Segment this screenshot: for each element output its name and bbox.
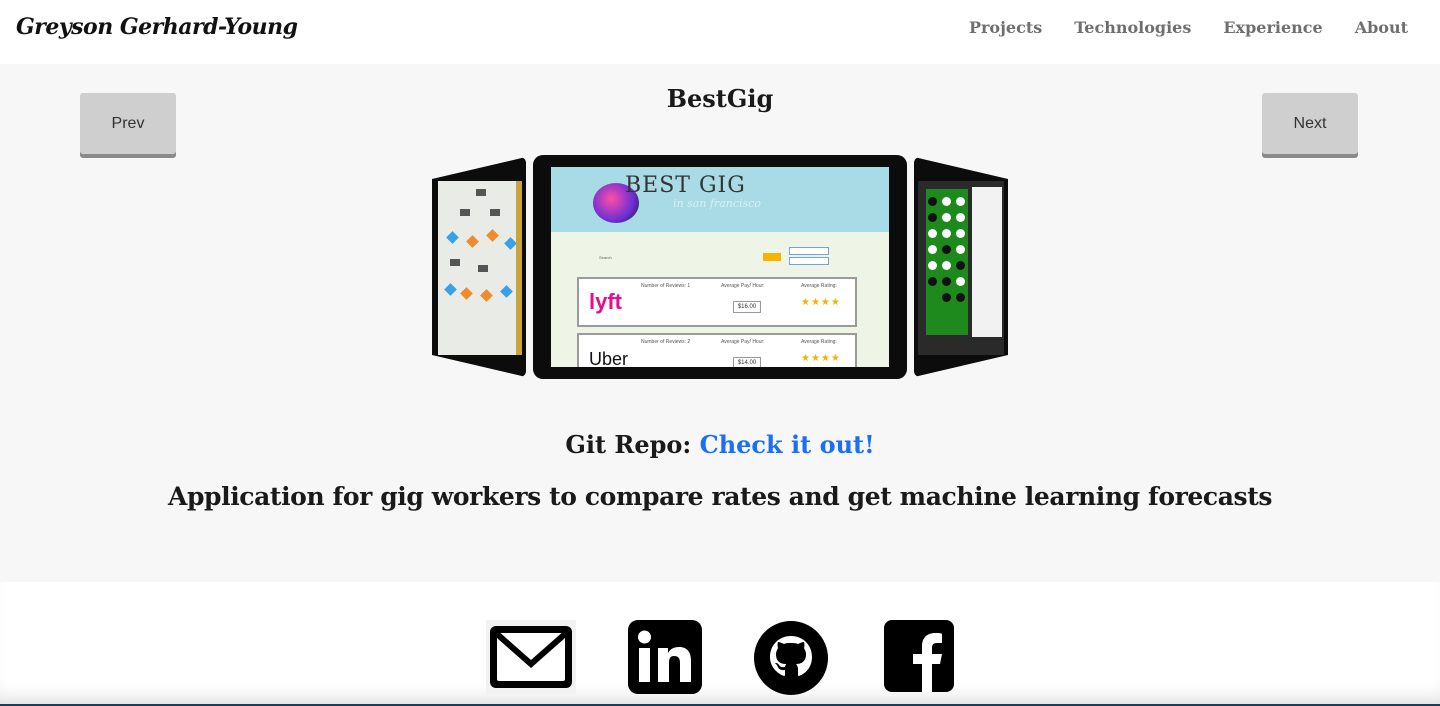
git-repo-label: Git Repo: xyxy=(565,430,692,459)
rating-stars: ★★★★ xyxy=(801,353,841,364)
brand-name[interactable]: Greyson Gerhard-Young xyxy=(16,14,298,40)
project-carousel[interactable]: BEST GIG in san francisco Search lyft Nu… xyxy=(430,154,1010,384)
next-button[interactable]: Next xyxy=(1262,93,1358,154)
carousel-device-center[interactable]: BEST GIG in san francisco Search lyft Nu… xyxy=(533,155,907,379)
nav-link-technologies[interactable]: Technologies xyxy=(1074,18,1191,37)
bestgig-screenshot: BEST GIG in san francisco Search lyft Nu… xyxy=(551,167,889,367)
search-label: Search xyxy=(599,255,612,260)
nav-link-experience[interactable]: Experience xyxy=(1223,18,1322,37)
pay-value: $14.00 xyxy=(733,357,761,367)
bestgig-logo-text: BEST GIG xyxy=(625,173,746,198)
nav-link-about[interactable]: About xyxy=(1355,18,1408,37)
nav-link-projects[interactable]: Projects xyxy=(969,18,1042,37)
pay-value: $16.00 xyxy=(733,301,761,313)
sort-button xyxy=(789,247,829,255)
flowchart-screenshot xyxy=(438,181,522,355)
uber-logo: Uber xyxy=(589,349,629,367)
gig-card: lyft Number of Reviews: 1 Average Pay/ H… xyxy=(577,277,857,327)
project-description: Application for gig workers to compare r… xyxy=(167,482,1273,511)
facebook-icon[interactable] xyxy=(884,620,954,696)
bestgig-logo-sub: in san francisco xyxy=(673,197,761,210)
email-icon[interactable] xyxy=(486,620,576,698)
project-title: BestGig xyxy=(666,84,774,113)
footer xyxy=(0,582,1440,706)
game-board xyxy=(926,189,968,335)
carousel-device-left[interactable] xyxy=(432,157,526,377)
linkedin-icon[interactable] xyxy=(628,620,702,698)
navbar: Greyson Gerhard-Young Projects Technolog… xyxy=(0,0,1440,64)
game-side-panel xyxy=(972,187,1002,337)
github-icon[interactable] xyxy=(753,620,829,700)
gig-card: Uber Number of Reviews: 2 Average Pay/ H… xyxy=(577,333,857,367)
game-screenshot xyxy=(918,181,1004,355)
filter-button xyxy=(789,257,829,265)
git-repo-line: Git Repo: Check it out! xyxy=(0,430,1440,459)
carousel-device-right[interactable] xyxy=(914,157,1008,377)
search-button xyxy=(763,253,781,261)
lyft-logo: lyft xyxy=(589,289,622,314)
rating-stars: ★★★★ xyxy=(801,297,841,308)
git-repo-link[interactable]: Check it out! xyxy=(700,430,875,459)
projects-section: Prev BestGig Next BEST GIG in san franci… xyxy=(0,64,1440,582)
nav-links: Projects Technologies Experience About xyxy=(969,18,1408,37)
